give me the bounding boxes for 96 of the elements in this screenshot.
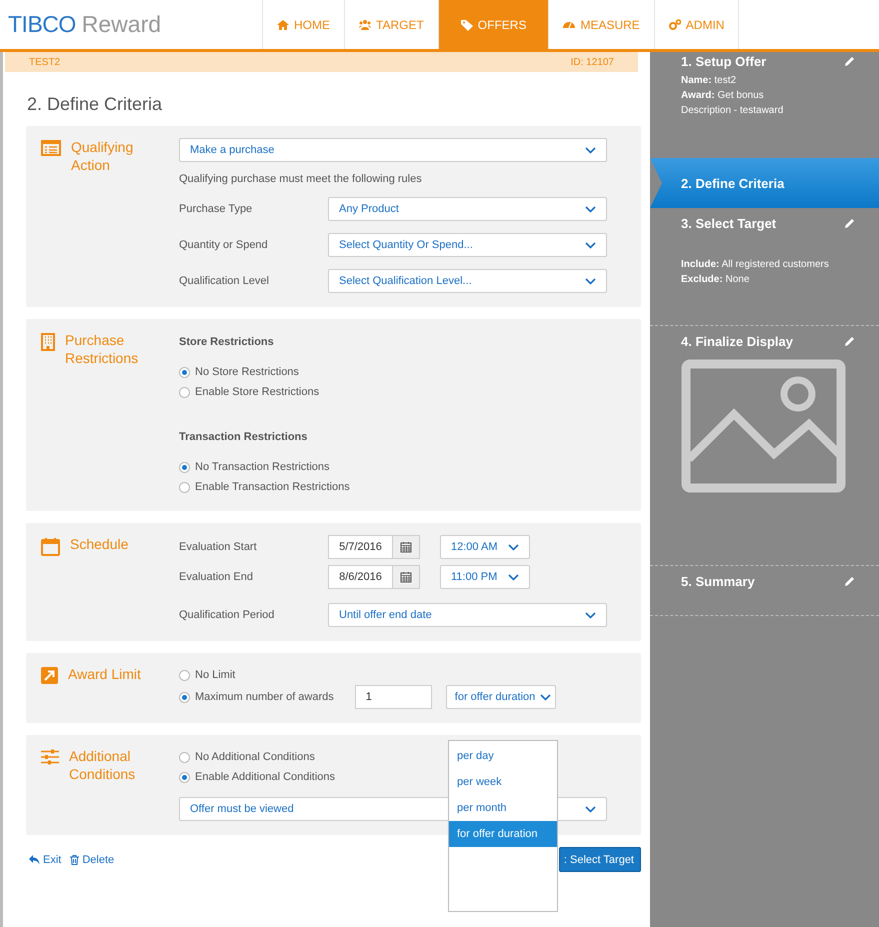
- radio-button[interactable]: [179, 482, 190, 492]
- field-label: Evaluation End: [179, 571, 254, 583]
- duration-dropdown[interactable]: for offer duration: [446, 685, 556, 709]
- calendar-icon: [41, 537, 60, 556]
- radio-button[interactable]: [179, 462, 190, 472]
- field-label: Purchase Type: [179, 203, 254, 215]
- dropdown[interactable]: Until offer end date: [328, 603, 607, 627]
- radio-button[interactable]: [179, 752, 190, 762]
- menu-option[interactable]: for offer duration: [449, 821, 557, 847]
- group-heading: Transaction Restrictions: [179, 431, 308, 443]
- logo-product: Reward: [82, 11, 162, 38]
- logo-brand: TIBCO: [8, 11, 76, 38]
- step-detail: Description - testaward: [681, 104, 784, 118]
- list-icon: [41, 140, 61, 156]
- wizard-step[interactable]: 3. Select Target Include: All registered customers Exclude: None: [650, 208, 879, 326]
- date-field[interactable]: 8/6/2016: [328, 565, 392, 589]
- chevron-icon: [585, 612, 596, 618]
- step-detail: Award: Get bonus: [681, 89, 765, 103]
- field-label: Evaluation Start: [179, 541, 258, 553]
- calendar-button[interactable]: [392, 535, 420, 559]
- section-title: Schedule: [70, 535, 130, 553]
- field-label: Qualification Level: [179, 275, 270, 287]
- next-button[interactable]: : Select Target: [558, 847, 641, 872]
- chevron-icon: [508, 544, 519, 550]
- section-title: Award Limit: [68, 665, 142, 683]
- menu-option[interactable]: per week: [449, 769, 557, 795]
- reply-icon: [29, 854, 40, 864]
- image-placeholder-icon: [681, 359, 846, 493]
- nav-icon: [359, 18, 371, 30]
- time-dropdown[interactable]: 12:00 AM: [440, 535, 530, 559]
- chevron-icon: [585, 278, 596, 284]
- chevron-icon: [585, 806, 596, 812]
- pencil-icon[interactable]: [844, 56, 855, 67]
- active-step[interactable]: 2. Define Criteria: [650, 158, 879, 208]
- field-label: Qualification Period: [179, 609, 276, 621]
- dropdown[interactable]: Select Qualification Level...: [328, 269, 607, 293]
- wizard-step[interactable]: 1. Setup Offer Name: test2 Award: Get bonus Description - testaward: [650, 52, 879, 158]
- step-title: 3. Select Target: [681, 216, 776, 231]
- step-detail: Name: test2: [681, 74, 738, 88]
- date-field[interactable]: 5/7/2016: [328, 535, 392, 559]
- step-detail: Include: All registered customers: [681, 258, 830, 272]
- pencil-icon[interactable]: [844, 336, 855, 347]
- pencil-icon[interactable]: [844, 218, 855, 229]
- radio-label: Enable Transaction Restrictions: [195, 481, 350, 493]
- rules-note: Qualifying purchase must meet the following rules: [179, 173, 423, 185]
- chevron-icon: [585, 146, 596, 154]
- step-title: 5. Summary: [681, 574, 755, 589]
- section-title: Additional Conditions: [69, 747, 136, 783]
- nav-icon: [277, 18, 289, 30]
- section-title: Purchase Restrictions: [65, 331, 140, 367]
- nav-icon: [460, 18, 473, 30]
- calendar-button[interactable]: [392, 565, 420, 589]
- number-field[interactable]: 1: [354, 685, 432, 709]
- calendar-icon[interactable]: [400, 571, 412, 583]
- radio-label: Maximum number of awards: [195, 691, 334, 703]
- wizard-step[interactable]: 4. Finalize Display: [650, 326, 879, 566]
- chevron-icon: [585, 242, 596, 248]
- wizard-step[interactable]: 5. Summary: [650, 566, 879, 616]
- field-label: Quantity or Spend: [179, 239, 269, 251]
- menu-option[interactable]: per month: [449, 795, 557, 821]
- offer-id: ID: 12107: [570, 56, 614, 68]
- radio-button[interactable]: [179, 366, 190, 378]
- chevron-icon: [540, 694, 551, 700]
- page-title: 2. Define Criteria: [27, 94, 164, 116]
- step-detail: Exclude: None: [681, 273, 750, 287]
- radio-label: No Additional Conditions: [195, 751, 315, 763]
- chevron-icon: [508, 574, 519, 580]
- dropdown[interactable]: Select Quantity Or Spend...: [328, 233, 607, 257]
- action-dropdown[interactable]: Make a purchase: [179, 138, 607, 162]
- dropdown[interactable]: Any Product: [328, 197, 607, 221]
- radio-button[interactable]: [179, 670, 190, 680]
- radio-button[interactable]: [179, 772, 190, 782]
- radio-label: Enable Store Restrictions: [195, 386, 320, 398]
- radio-label: No Store Restrictions: [195, 366, 299, 378]
- radio-label: No Transaction Restrictions: [195, 461, 330, 473]
- chevron-icon: [585, 206, 596, 212]
- radio-button[interactable]: [179, 692, 190, 702]
- step-title: 4. Finalize Display: [681, 334, 793, 349]
- step-title: 2. Define Criteria: [681, 176, 784, 190]
- group-heading: Store Restrictions: [179, 336, 275, 348]
- delete-link[interactable]: Delete: [70, 854, 120, 866]
- radio-button[interactable]: [179, 386, 190, 398]
- exit-link[interactable]: Exit: [29, 854, 66, 866]
- nav-icon: [668, 18, 681, 30]
- offer-name: TEST2: [29, 56, 60, 68]
- step-title: 1. Setup Offer: [681, 54, 766, 69]
- radio-label: Enable Additional Conditions: [195, 771, 336, 783]
- sliders-icon: [41, 749, 59, 765]
- pencil-icon[interactable]: [844, 576, 855, 587]
- time-dropdown[interactable]: 11:00 PM: [440, 565, 530, 589]
- calendar-icon[interactable]: [400, 541, 412, 553]
- radio-label: No Limit: [195, 669, 236, 681]
- building-icon: [41, 333, 55, 351]
- section-title: Qualifying Action: [71, 138, 134, 174]
- trash-icon: [70, 854, 80, 864]
- menu-option[interactable]: per day: [449, 743, 557, 769]
